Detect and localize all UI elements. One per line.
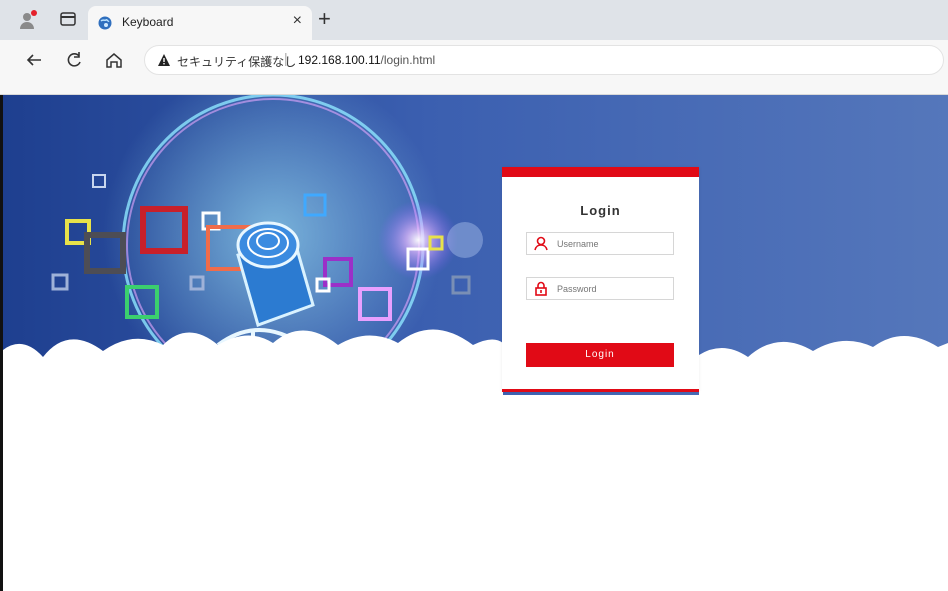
hero-banner [3, 95, 948, 395]
user-icon [534, 236, 548, 251]
address-bar[interactable]: セキュリティ保護なし | 192.168.100.11/login.html [144, 45, 944, 75]
login-button[interactable]: Login [526, 343, 674, 367]
tab-title: Keyboard [122, 15, 174, 29]
warning-icon[interactable] [157, 53, 171, 67]
url-separator: | [284, 50, 288, 66]
password-field[interactable] [526, 277, 674, 300]
home-icon[interactable] [104, 50, 124, 70]
lock-icon [535, 281, 547, 296]
url-host: 192.168.100.11 [298, 53, 381, 67]
username-input[interactable] [557, 236, 667, 251]
url-path: /login.html [380, 53, 436, 67]
tab-close-icon[interactable]: × [293, 12, 302, 30]
tab-strip: Keyboard × + [0, 0, 948, 40]
login-title: Login [580, 203, 621, 218]
tab-actions-icon[interactable] [60, 12, 76, 26]
globe-favicon-icon [98, 16, 112, 30]
browser-toolbar: セキュリティ保護なし | 192.168.100.11/login.html [0, 40, 948, 80]
browser-tab[interactable]: Keyboard × [88, 6, 312, 40]
new-tab-button[interactable]: + [318, 8, 331, 30]
profile-icon[interactable] [18, 10, 38, 30]
reload-icon[interactable] [64, 50, 84, 70]
password-input[interactable] [557, 281, 667, 296]
back-icon[interactable] [24, 50, 44, 70]
toolbar-divider [0, 80, 948, 95]
username-field[interactable] [526, 232, 674, 255]
login-panel: Login Login [502, 167, 699, 392]
url-text[interactable]: 192.168.100.11/login.html [298, 53, 435, 67]
page-content: Login Login [3, 95, 948, 591]
security-status-text[interactable]: セキュリティ保護なし [177, 53, 296, 70]
